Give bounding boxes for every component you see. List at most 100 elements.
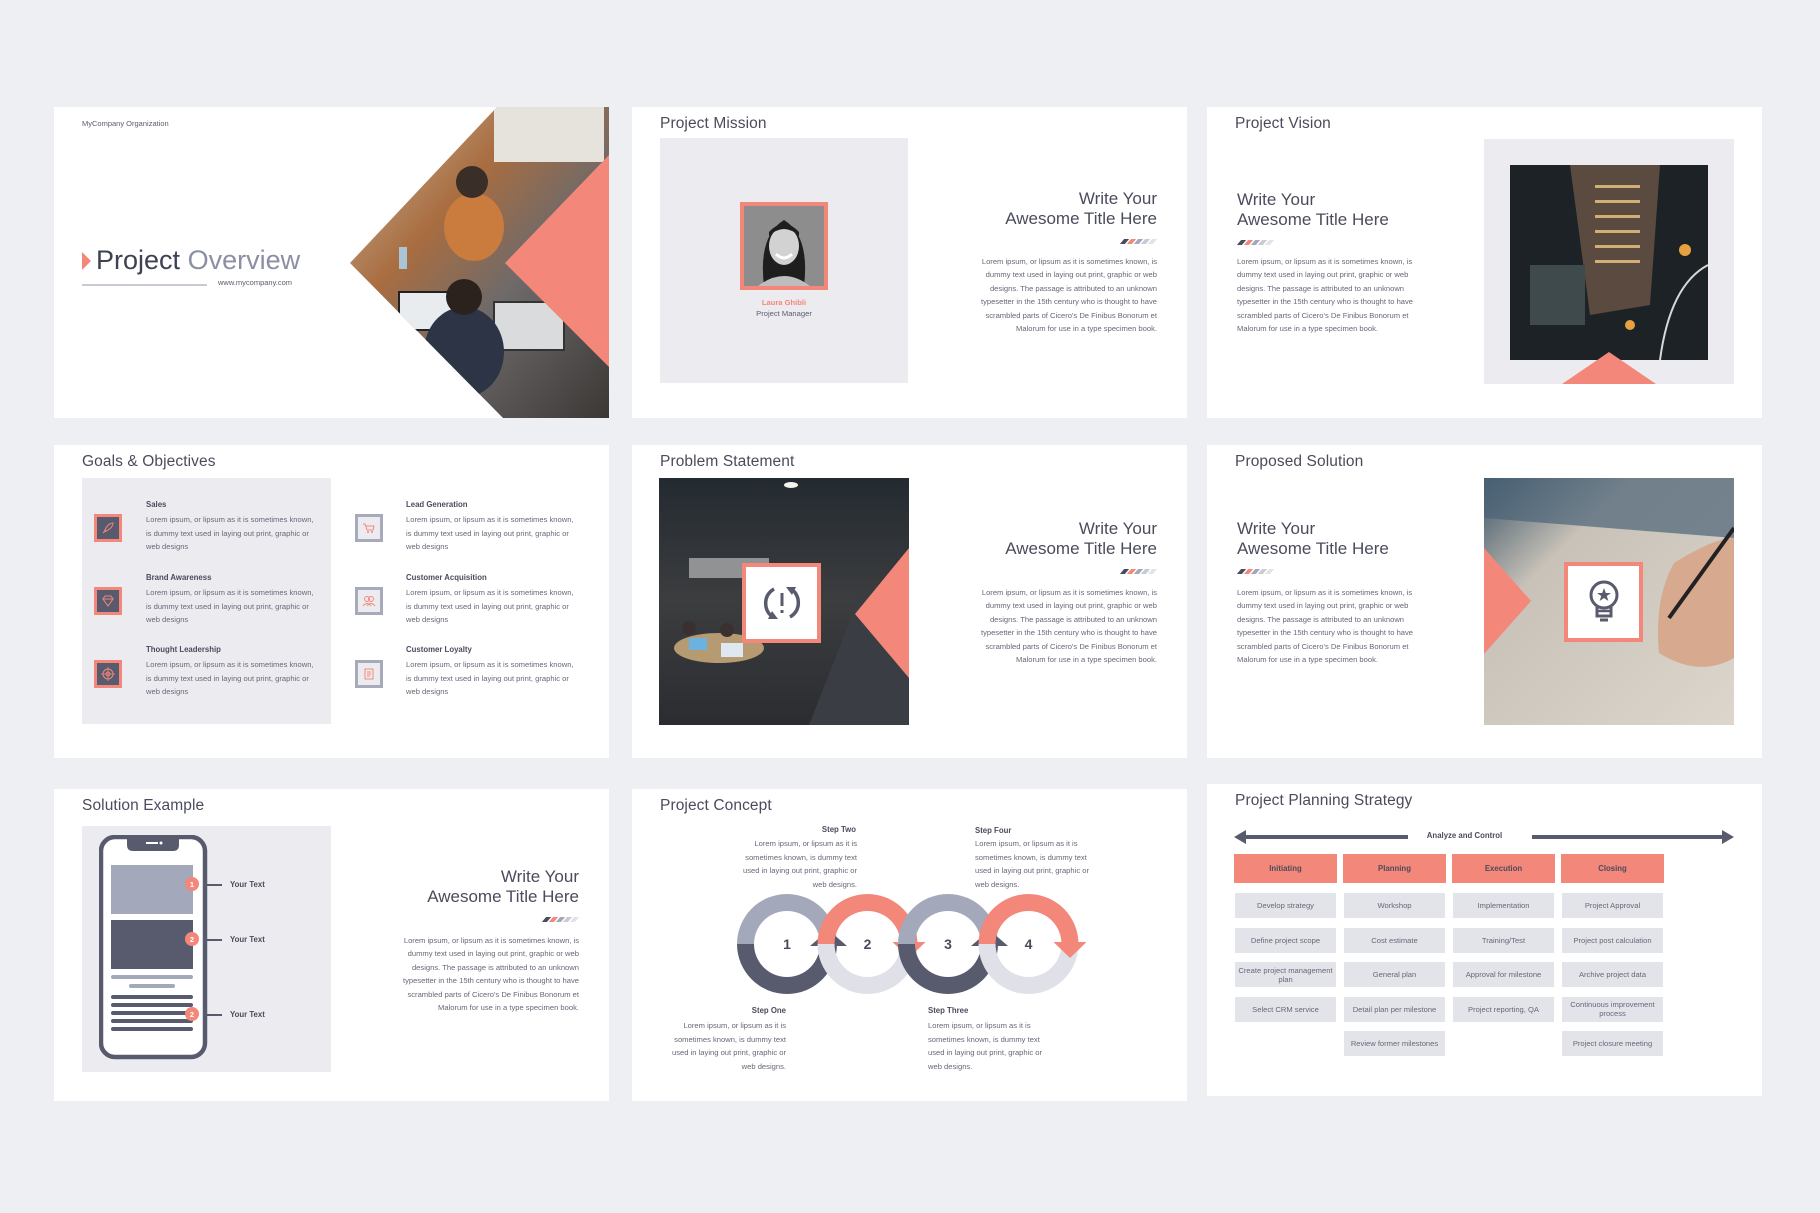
phase-header-initiating: Initiating xyxy=(1234,854,1337,883)
callout-badge: 2 xyxy=(185,932,199,946)
person-name: Laura Ghibli xyxy=(761,298,807,307)
phase-task: Training/Test xyxy=(1453,927,1554,953)
phase-header-closing: Closing xyxy=(1561,854,1664,883)
callout-line xyxy=(204,1014,222,1016)
headline-line-2: Awesome Title Here xyxy=(1237,539,1389,558)
slide-title: Solution Example xyxy=(82,797,205,814)
arrow-label: Analyze and Control xyxy=(1426,831,1503,840)
slide-title: Goals & Objectives xyxy=(82,453,216,470)
phase-task: Implementation xyxy=(1453,893,1554,918)
goal-text: Lorem ipsum, or lipsum as it is sometime… xyxy=(406,515,574,551)
body-paragraph: Lorem ipsum, or lipsum as it is sometime… xyxy=(980,588,1157,665)
body-paragraph: Lorem ipsum, or lipsum as it is sometime… xyxy=(1237,588,1414,665)
phase-task: Detail plan per milestone xyxy=(1344,996,1445,1022)
headline: Write Your Awesome Title Here xyxy=(1005,189,1157,229)
lightbulb-star-icon xyxy=(1568,566,1639,638)
slide-proposed-solution[interactable]: Proposed Solution Write Your Awesome Tit… xyxy=(1207,445,1762,758)
slide-project-vision[interactable]: Project Vision Write Your Awesome Title … xyxy=(1207,107,1762,418)
headline-line-1: Write Your xyxy=(500,867,579,886)
icon-frame xyxy=(742,563,821,643)
slide-title: Project Planning Strategy xyxy=(1235,792,1413,809)
slide-project-overview[interactable]: MyCompany Organization Project Overview … xyxy=(54,107,609,418)
target-icon xyxy=(94,660,122,688)
team-photo xyxy=(350,107,609,418)
phase-task: Project Approval xyxy=(1562,893,1663,918)
goal-title: Thought Leadership xyxy=(146,645,221,654)
goal-title: Brand Awareness xyxy=(146,573,212,582)
goal-text: Lorem ipsum, or lipsum as it is sometime… xyxy=(406,660,574,696)
headline-line-1: Write Your xyxy=(1078,519,1157,538)
phase-task: Continuous improvement process xyxy=(1562,996,1663,1022)
salmon-triangle xyxy=(1562,352,1656,384)
callout-line xyxy=(204,939,222,941)
decorative-stripes xyxy=(1236,240,1275,246)
headline-line-2: Awesome Title Here xyxy=(1005,539,1157,558)
profile-photo-frame xyxy=(740,202,828,290)
step-number: 3 xyxy=(944,936,952,952)
callout-label: Your Text xyxy=(230,935,265,944)
slide-title: Problem Statement xyxy=(660,453,795,470)
headline: Write Your Awesome Title Here xyxy=(427,867,579,907)
decorative-stripes xyxy=(1236,569,1275,575)
slide-title: Project Vision xyxy=(1235,115,1331,132)
person-role: Project Manager xyxy=(756,309,812,318)
goal-title: Sales xyxy=(146,500,167,509)
profile-panel: Laura Ghibli Project Manager xyxy=(660,138,908,383)
phase-task: Create project management plan xyxy=(1235,962,1336,987)
arrow-down-head xyxy=(1053,942,1087,958)
icon-frame xyxy=(1564,562,1643,642)
goal-title: Customer Acquisition xyxy=(406,573,487,582)
phase-task: Archive project data xyxy=(1562,962,1663,987)
step-number: 2 xyxy=(864,936,872,952)
slide-title: Proposed Solution xyxy=(1235,453,1364,470)
step-text: Lorem ipsum, or lipsum as it is sometime… xyxy=(743,839,857,889)
slide-problem-statement[interactable]: Problem Statement Write Your Awesome Tit… xyxy=(632,445,1187,758)
slide-goals-objectives[interactable]: Goals & Objectives Sales Lorem ipsum, or… xyxy=(54,445,609,758)
step-text: Lorem ipsum, or lipsum as it is sometime… xyxy=(672,1021,786,1071)
slide-project-concept[interactable]: Project Concept 1234 Step One Lorem ipsu… xyxy=(632,789,1187,1101)
decorative-stripes xyxy=(1119,239,1158,245)
rocket-icon xyxy=(94,514,122,542)
goal-text: Lorem ipsum, or lipsum as it is sometime… xyxy=(406,588,574,624)
phase-task: Approval for milestone xyxy=(1453,962,1554,987)
headline: Write Your Awesome Title Here xyxy=(1237,519,1389,559)
callout-label: Your Text xyxy=(230,880,265,889)
body-paragraph: Lorem ipsum, or lipsum as it is sometime… xyxy=(402,936,579,1013)
headline-line-2: Awesome Title Here xyxy=(1005,209,1157,228)
headline-line-2: Awesome Title Here xyxy=(1237,210,1389,229)
headline-line-1: Write Your xyxy=(1237,190,1316,209)
step-title: Step Four xyxy=(975,826,1012,835)
step-text: Lorem ipsum, or lipsum as it is sometime… xyxy=(975,839,1089,889)
phase-task: Select CRM service xyxy=(1235,996,1336,1022)
arrow-left-icon xyxy=(1234,830,1408,844)
headline: Write Your Awesome Title Here xyxy=(1237,190,1389,230)
phase-task: Define project scope xyxy=(1235,927,1336,953)
phase-task: Review former milestones xyxy=(1344,1031,1445,1056)
step-title: Step Two xyxy=(821,825,856,834)
cart-icon xyxy=(355,514,383,542)
phone-mockup xyxy=(99,835,208,1060)
city-night-photo xyxy=(1510,165,1708,360)
arrow-right-icon xyxy=(1532,830,1734,844)
decorative-stripes xyxy=(541,917,580,923)
refresh-alert-icon xyxy=(746,567,817,639)
slide-project-mission[interactable]: Project Mission Laura Ghibli Project Man… xyxy=(632,107,1187,418)
slide-title: Project Mission xyxy=(660,115,767,132)
goal-title: Lead Generation xyxy=(406,500,468,509)
step-title: Step Three xyxy=(928,1006,969,1015)
slide-solution-example[interactable]: Solution Example 1 Your Text 2 Your Text… xyxy=(54,789,609,1101)
body-paragraph: Lorem ipsum, or lipsum as it is sometime… xyxy=(1237,257,1414,334)
headline: Write Your Awesome Title Here xyxy=(1005,519,1157,559)
step-title: Step One xyxy=(751,1006,786,1015)
goal-text: Lorem ipsum, or lipsum as it is sometime… xyxy=(146,588,314,624)
phase-task: Project reporting, QA xyxy=(1453,996,1554,1022)
phase-task: Develop strategy xyxy=(1235,893,1336,918)
callout-badge: 2 xyxy=(185,1007,199,1021)
phase-task: Project closure meeting xyxy=(1562,1031,1663,1056)
receipt-icon xyxy=(355,660,383,688)
goal-text: Lorem ipsum, or lipsum as it is sometime… xyxy=(146,515,314,551)
headline-line-2: Awesome Title Here xyxy=(427,887,579,906)
slide-project-planning-strategy[interactable]: Project Planning Strategy Analyze and Co… xyxy=(1207,784,1762,1096)
step-number: 4 xyxy=(1025,936,1033,952)
step-number: 1 xyxy=(783,936,791,952)
